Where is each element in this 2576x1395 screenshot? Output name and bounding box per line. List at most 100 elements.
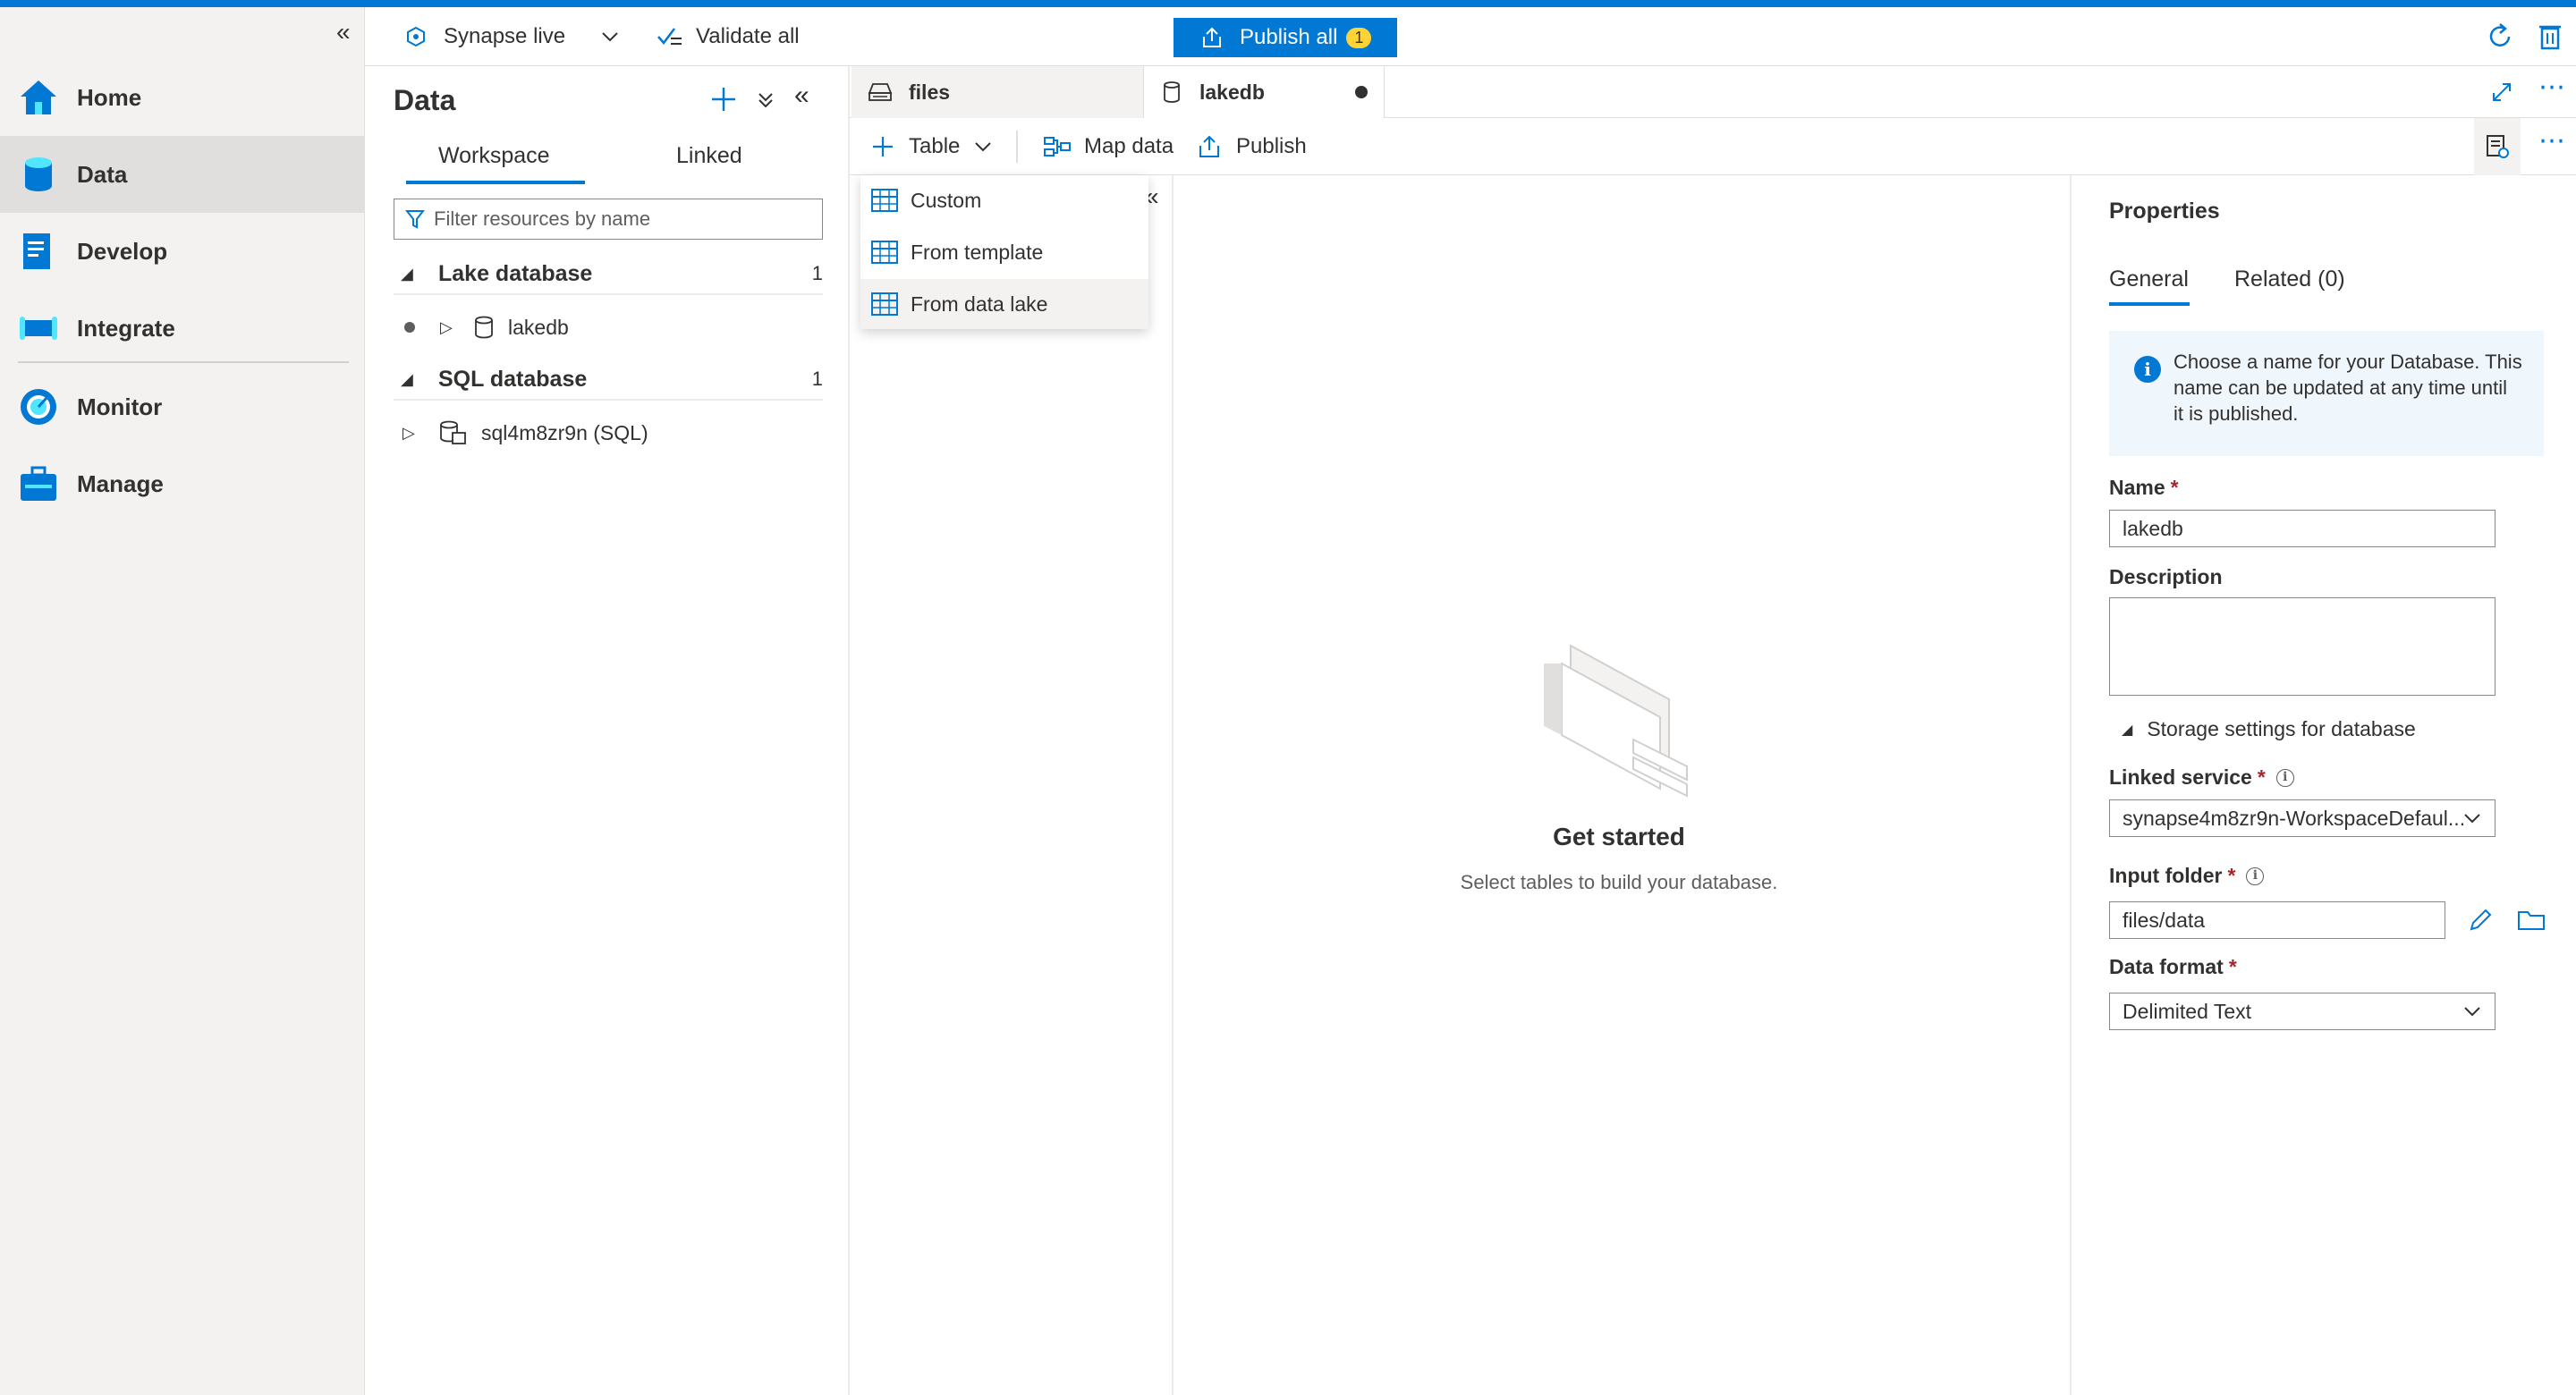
map-data-button[interactable]: Map data <box>1043 118 1174 175</box>
map-data-label: Map data <box>1084 134 1174 158</box>
data-format-value: Delimited Text <box>2123 999 2252 1023</box>
info-icon[interactable]: i <box>2246 867 2265 885</box>
more-options-icon[interactable]: ⋯ <box>2538 125 2567 156</box>
table-dropdown-button[interactable]: Table <box>871 118 992 175</box>
top-toolbar: Synapse live Validate all Publish all 1 <box>365 7 2576 66</box>
tree-item-label: lakedb <box>508 315 569 339</box>
left-navigation: « Home Data Develop Integrate Monitor Ma… <box>0 7 365 1395</box>
expanded-triangle-icon: ◢ <box>401 369 413 388</box>
menu-item-from-template[interactable]: From template <box>860 227 1148 277</box>
validate-all-label: Validate all <box>696 24 800 48</box>
manage-icon <box>21 466 56 501</box>
nav-item-develop[interactable]: Develop <box>0 213 365 290</box>
tab-lakedb[interactable]: lakedb <box>1143 66 1385 118</box>
develop-icon <box>23 233 50 269</box>
filter-input[interactable]: Filter resources by name <box>394 199 823 240</box>
table-icon <box>871 241 898 264</box>
validate-all-button[interactable]: Validate all <box>657 7 800 66</box>
table-label: Table <box>909 134 961 158</box>
name-field[interactable]: lakedb <box>2109 510 2496 547</box>
expand-triangle-icon[interactable]: ▷ <box>402 424 415 443</box>
expanded-triangle-icon: ◢ <box>401 264 413 283</box>
menu-item-label: Custom <box>911 188 982 212</box>
nav-item-label: Develop <box>77 237 168 265</box>
editor-toolbar: Table Map data Publish ⋯ <box>850 118 2576 175</box>
storage-icon <box>868 83 893 101</box>
synapse-live-label: Synapse live <box>444 24 566 48</box>
input-folder-value: files/data <box>2123 908 2206 932</box>
required-mark: * <box>2227 864 2236 887</box>
data-panel-title: Data <box>394 84 456 116</box>
add-icon[interactable] <box>710 86 737 113</box>
nav-item-manage[interactable]: Manage <box>0 445 365 522</box>
chevron-down-icon <box>2464 814 2480 824</box>
section-lake-database[interactable]: ◢ Lake database 1 <box>394 254 823 295</box>
nav-item-home[interactable]: Home <box>0 59 365 136</box>
publish-count-badge: 1 <box>1346 27 1372 48</box>
linked-service-select[interactable]: synapse4m8zr9n-WorkspaceDefaul... <box>2109 799 2496 837</box>
menu-item-label: From data lake <box>911 292 1048 316</box>
data-format-select[interactable]: Delimited Text <box>2109 993 2496 1030</box>
discard-icon[interactable] <box>2537 21 2563 52</box>
tab-related[interactable]: Related (0) <box>2234 266 2345 292</box>
nav-item-integrate[interactable]: Integrate <box>0 290 365 367</box>
nav-item-label: Manage <box>77 469 164 497</box>
unsaved-dot-icon <box>404 322 415 333</box>
tree-item-sql4m8zr9n[interactable]: ▷ sql4m8zr9n (SQL) <box>394 413 823 452</box>
properties-toggle-button[interactable] <box>2474 118 2521 175</box>
expand-icon[interactable] <box>2490 80 2513 104</box>
tree-item-lakedb[interactable]: ▷ lakedb <box>394 308 823 347</box>
menu-item-from-data-lake[interactable]: From data lake <box>860 279 1148 329</box>
tab-label: lakedb <box>1199 80 1265 104</box>
synapse-icon <box>407 27 425 46</box>
tab-workspace[interactable]: Workspace <box>438 143 550 169</box>
data-format-label: Data format * <box>2109 955 2237 979</box>
name-label: Name * <box>2109 476 2179 500</box>
filter-icon <box>405 210 425 229</box>
publish-all-button[interactable]: Publish all 1 <box>1174 18 1397 57</box>
section-count: 1 <box>811 368 823 390</box>
input-folder-field[interactable]: files/data <box>2109 901 2445 939</box>
nav-item-data[interactable]: Data <box>0 136 365 213</box>
properties-icon <box>2487 135 2509 158</box>
nav-item-label: Integrate <box>77 314 175 342</box>
nav-item-monitor[interactable]: Monitor <box>0 368 365 445</box>
edit-icon[interactable] <box>2467 907 2494 934</box>
top-accent-bar <box>0 0 2576 7</box>
collapse-nav-icon[interactable]: « <box>336 18 351 46</box>
expand-triangle-icon[interactable]: ▷ <box>440 318 453 337</box>
editor-tabs: files lakedb ⋯ <box>850 66 2576 118</box>
database-icon <box>1164 81 1180 103</box>
integrate-icon <box>20 317 57 340</box>
unsaved-dot-icon[interactable] <box>1355 86 1368 98</box>
linked-service-value: synapse4m8zr9n-WorkspaceDefaul... <box>2123 806 2466 830</box>
required-mark: * <box>2170 476 2179 499</box>
section-sql-database[interactable]: ◢ SQL database 1 <box>394 359 823 401</box>
storage-settings-header[interactable]: ◢ Storage settings for database <box>2122 717 2416 741</box>
tab-linked[interactable]: Linked <box>676 143 742 169</box>
info-icon[interactable]: i <box>2275 768 2294 787</box>
tab-files[interactable]: files <box>852 66 1143 118</box>
required-mark: * <box>2257 765 2266 789</box>
tab-general[interactable]: General <box>2109 266 2189 292</box>
menu-item-custom[interactable]: Custom <box>860 175 1148 225</box>
collapse-panel-icon[interactable]: « <box>794 80 809 111</box>
folder-icon[interactable] <box>2517 909 2546 932</box>
nav-item-label: Data <box>77 160 128 188</box>
description-field[interactable] <box>2109 597 2496 696</box>
nav-item-label: Monitor <box>77 393 163 420</box>
publish-label: Publish <box>1236 134 1307 158</box>
section-label: Lake database <box>438 260 593 286</box>
more-options-icon[interactable]: ⋯ <box>2538 72 2567 103</box>
nav-item-label: Home <box>77 83 142 111</box>
input-folder-label-text: Input folder <box>2109 864 2223 887</box>
name-label-text: Name <box>2109 476 2165 499</box>
collapse-all-icon[interactable] <box>757 91 775 109</box>
synapse-live-dropdown[interactable]: Synapse live <box>406 7 619 66</box>
chevron-down-icon <box>602 32 618 42</box>
data-panel: Data « Workspace Linked Filter resources… <box>365 66 850 1395</box>
menu-item-label: From template <box>911 240 1044 264</box>
input-folder-label: Input folder * i <box>2109 864 2265 888</box>
publish-button[interactable]: Publish <box>1197 118 1307 175</box>
refresh-icon[interactable] <box>2485 21 2515 52</box>
